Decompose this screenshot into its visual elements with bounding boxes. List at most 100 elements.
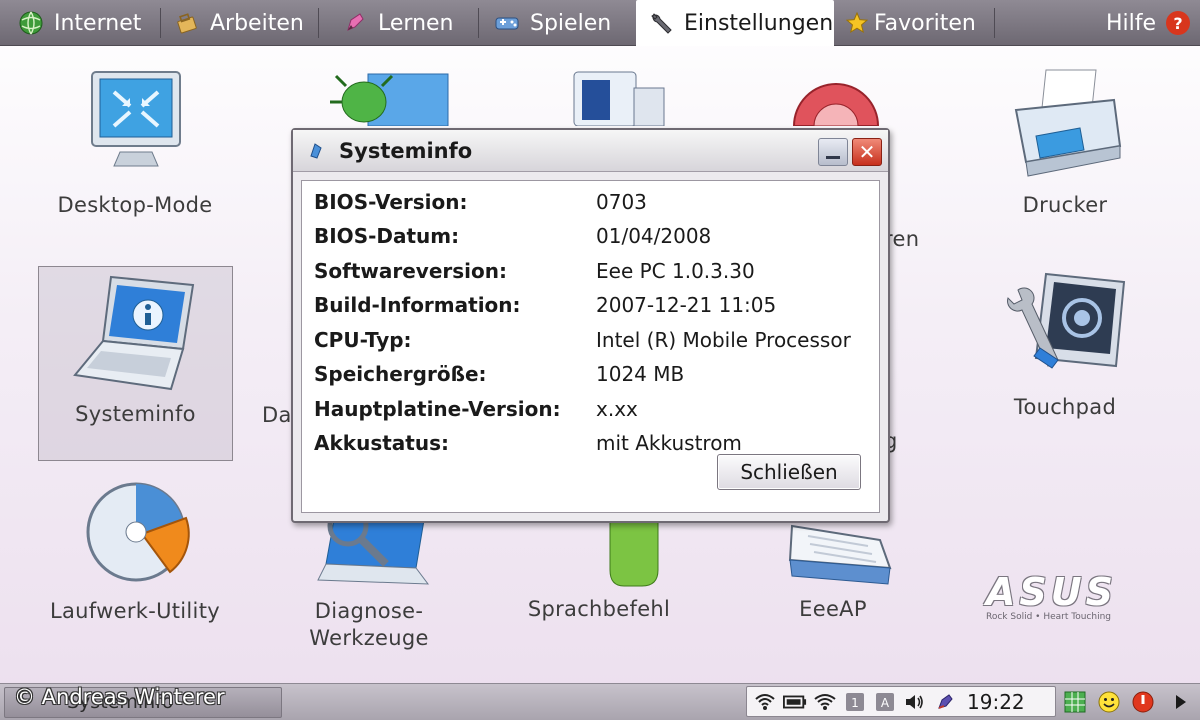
smiley-icon[interactable] xyxy=(1094,686,1124,717)
tab-favoriten[interactable]: Favoriten xyxy=(836,0,998,46)
info-row: Speichergröße: 1024 MB xyxy=(314,359,886,389)
minimize-icon xyxy=(826,155,840,159)
caps-lock-icon[interactable]: A xyxy=(873,690,897,714)
info-key: Softwareversion: xyxy=(314,259,508,283)
app-label: ren xyxy=(884,227,920,251)
tab-separator xyxy=(994,8,995,38)
info-row: CPU-Typ: Intel (R) Mobile Processor xyxy=(314,325,886,355)
pencil-icon xyxy=(340,8,370,38)
info-panel: BIOS-Version: 0703 BIOS-Datum: 01/04/200… xyxy=(301,180,880,513)
disk-pie-icon xyxy=(70,472,200,592)
printer-icon xyxy=(1000,66,1130,186)
app-partial-ren[interactable]: ren xyxy=(884,220,934,253)
info-row: BIOS-Version: 0703 xyxy=(314,187,886,217)
app-label: Drucker xyxy=(1022,193,1108,217)
question-icon: ? xyxy=(1166,11,1190,35)
app-label-line1: Diagnose- xyxy=(314,599,424,623)
info-row: BIOS-Datum: 01/04/2008 xyxy=(314,221,886,251)
info-value: Eee PC 1.0.3.30 xyxy=(596,259,755,283)
app-label: Desktop-Mode xyxy=(57,193,213,217)
tab-arbeiten[interactable]: Arbeiten xyxy=(162,0,314,46)
arrow-right-icon[interactable] xyxy=(1166,686,1196,717)
info-key: CPU-Typ: xyxy=(314,328,412,352)
tab-separator xyxy=(318,8,319,38)
info-value: 2007-12-21 11:05 xyxy=(596,293,777,317)
asus-tagline: Rock Solid • Heart Touching xyxy=(986,612,1111,622)
tab-internet[interactable]: Internet xyxy=(6,0,156,46)
tab-separator xyxy=(478,8,479,38)
tab-label: Arbeiten xyxy=(210,10,304,36)
dialog-titlebar[interactable]: Systeminfo ✕ xyxy=(293,130,888,172)
minimize-button[interactable] xyxy=(818,138,848,166)
app-label: Laufwerk-Utility xyxy=(50,599,220,623)
speech-bubble-icon xyxy=(534,519,664,590)
tab-einstellungen[interactable]: Einstellungen xyxy=(636,0,834,46)
tab-label: Internet xyxy=(54,10,142,36)
touchpad-icon xyxy=(1000,268,1130,388)
app-window-icon xyxy=(305,140,327,162)
tab-separator xyxy=(160,8,161,38)
app-drucker[interactable]: Drucker xyxy=(970,66,1160,219)
info-value: x.xx xyxy=(596,397,638,421)
tab-lernen[interactable]: Lernen xyxy=(330,0,475,46)
app-sprachbefehl[interactable]: Sprachbefehl xyxy=(504,519,694,623)
app-label: EeeAP xyxy=(799,597,867,621)
wifi-icon[interactable] xyxy=(813,690,837,714)
svg-text:1: 1 xyxy=(851,696,859,710)
monitor-arrows-icon xyxy=(70,66,200,186)
app-label: Systeminfo xyxy=(75,402,196,426)
keyboard-lock-icon[interactable]: 1 xyxy=(843,690,867,714)
app-diagnose-werkzeuge[interactable]: Diagnose- Werkzeuge xyxy=(274,505,464,652)
wrench-icon xyxy=(646,8,676,38)
svg-text:A: A xyxy=(881,696,890,710)
info-key: Speichergröße: xyxy=(314,362,487,386)
volume-icon[interactable] xyxy=(903,690,927,714)
info-row: Build-Information: 2007-12-21 11:05 xyxy=(314,290,886,320)
briefcase-icon xyxy=(172,8,202,38)
pen-tool-icon[interactable] xyxy=(933,690,957,714)
wireless-signal-icon[interactable] xyxy=(753,690,777,714)
tab-label: Favoriten xyxy=(874,10,976,36)
tab-label: Einstellungen xyxy=(684,10,834,36)
battery-icon[interactable] xyxy=(783,690,807,714)
info-key: Akkustatus: xyxy=(314,431,449,455)
info-value: 1024 MB xyxy=(596,362,685,386)
info-value: Intel (R) Mobile Processor xyxy=(596,328,851,352)
gamepad-icon xyxy=(492,8,522,38)
close-icon: ✕ xyxy=(858,140,876,164)
help-label: Hilfe xyxy=(1105,10,1156,36)
info-row: Softwareversion: Eee PC 1.0.3.30 xyxy=(314,256,886,286)
tab-label: Spielen xyxy=(530,10,612,36)
photo-credit: © Andreas Winterer xyxy=(14,685,225,709)
dialog-title: Systeminfo xyxy=(339,138,473,163)
app-desktop-mode[interactable]: Desktop-Mode xyxy=(40,66,230,219)
systeminfo-dialog: Systeminfo ✕ BIOS-Version: 0703 BIOS-Dat… xyxy=(291,128,890,523)
app-eeeap[interactable]: EeeAP xyxy=(738,520,928,623)
magnifier-laptop-icon xyxy=(304,505,434,592)
app-label: Touchpad xyxy=(1013,395,1117,419)
app-label: Sprachbefehl xyxy=(527,597,671,621)
info-row: Hauptplatine-Version: x.xx xyxy=(314,394,886,424)
spreadsheet-icon[interactable] xyxy=(1060,686,1090,717)
app-label-line2: Werkzeuge xyxy=(309,626,429,650)
app-laufwerk-utility[interactable]: Laufwerk-Utility xyxy=(40,472,230,625)
schliessen-button[interactable]: Schließen xyxy=(717,454,861,490)
laptop-info-icon xyxy=(71,271,201,391)
power-icon[interactable] xyxy=(1128,686,1158,717)
clock: 19:22 xyxy=(967,689,1025,714)
info-value: mit Akkustrom xyxy=(596,431,742,455)
app-touchpad[interactable]: Touchpad xyxy=(970,268,1160,421)
router-icon xyxy=(768,520,898,590)
star-icon xyxy=(846,8,868,38)
help-button[interactable]: Hilfe ? xyxy=(1106,0,1190,46)
top-tab-bar: Internet Arbeiten Lernen Spielen Einstel… xyxy=(0,0,1200,46)
info-key: Hauptplatine-Version: xyxy=(314,397,561,421)
close-button[interactable]: ✕ xyxy=(852,138,882,166)
info-key: Build-Information: xyxy=(314,293,521,317)
tab-label: Lernen xyxy=(378,10,454,36)
tab-spielen[interactable]: Spielen xyxy=(482,0,632,46)
globe-icon xyxy=(16,8,46,38)
app-systeminfo[interactable]: Systeminfo xyxy=(38,266,233,461)
info-value: 0703 xyxy=(596,190,647,214)
asus-logo: ASUS Rock Solid • Heart Touching xyxy=(986,570,1146,622)
